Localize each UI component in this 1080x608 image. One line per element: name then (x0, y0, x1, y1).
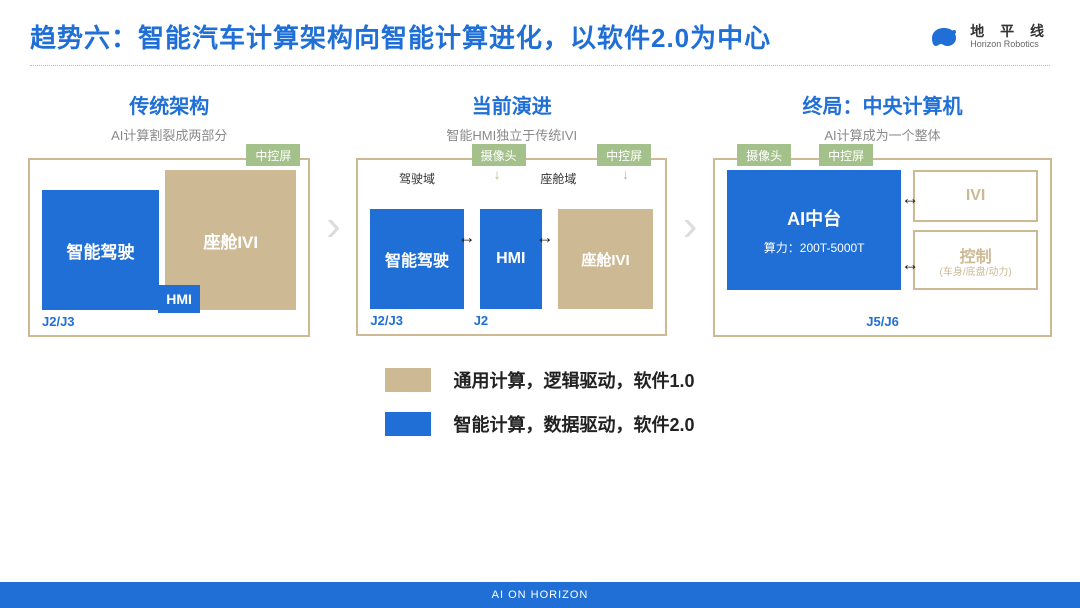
chevron-right-icon: › (322, 146, 344, 306)
col3-ai-subtitle: 算力：200T-5000T (764, 239, 865, 256)
brand-cn: 地 平 线 (970, 24, 1050, 38)
bi-arrow-icon: ↔ (536, 227, 554, 248)
col3-panel: 摄像头 中控屏 ↓ ↑ AI中台 算力：200T-5000T ↔ ↔ IVI 控… (713, 158, 1052, 337)
col2-title: 当前演进 (472, 90, 552, 119)
col2-drive-block: 智能驾驶 (370, 209, 463, 309)
col3-ctrl-block: 控制 (车身/底盘/动力) (913, 230, 1038, 290)
slide: { "title": "趋势六：智能汽车计算架构向智能计算进化，以软件2.0为中… (0, 0, 1080, 608)
column-final: 终局：中央计算机 AI计算成为一个整体 摄像头 中控屏 ↓ ↑ AI中台 算力：… (713, 90, 1052, 337)
col3-ctrl-l2: (车身/底盘/动力) (939, 267, 1011, 278)
col3-title: 终局：中央计算机 (803, 90, 963, 119)
col2-panel: 驾驶域 座舱域 摄像头 中控屏 ↓ ↓ 智能驾驶 ↔ HMI ↔ 座舱IVI J… (356, 158, 667, 336)
swatch-blue (385, 412, 431, 436)
col3-ai-title: AI中台 (787, 205, 841, 231)
col3-scr-label: 中控屏 (819, 144, 873, 166)
legend-row-tan: 通用计算，逻辑驱动，软件1.0 (385, 367, 694, 393)
col1-hmi-block: HMI (158, 285, 200, 313)
col3-ai-block: AI中台 算力：200T-5000T (727, 170, 901, 290)
col1-chip-label: J2/J3 (42, 314, 296, 329)
legend-tan-label: 通用计算，逻辑驱动，软件1.0 (453, 367, 694, 393)
legend: 通用计算，逻辑驱动，软件1.0 智能计算，数据驱动，软件2.0 (0, 367, 1080, 437)
col1-sub: AI计算割裂成两部分 (111, 125, 227, 144)
col2-domain-drive: 驾驶域 (370, 170, 463, 187)
brand-text: 地 平 线 Horizon Robotics (970, 24, 1050, 49)
bi-arrow-icon: ↔ (901, 188, 919, 209)
chevron-right-icon: › (679, 146, 701, 306)
col3-chip-label: J5/J6 (727, 314, 1038, 329)
column-current: 当前演进 智能HMI独立于传统IVI 驾驶域 座舱域 摄像头 中控屏 ↓ ↓ 智… (356, 90, 667, 336)
col1-ctrl-label: 中控屏 (246, 144, 300, 166)
title-row: 趋势六：智能汽车计算架构向智能计算进化，以软件2.0为中心 地 平 线 Hori… (0, 0, 1080, 61)
brand: 地 平 线 Horizon Robotics (926, 24, 1050, 50)
col2-ctrl-label: 中控屏 (597, 144, 651, 166)
columns: 传统架构 AI计算割裂成两部分 中控屏 ↓ 智能驾驶 座舱IVI HMI J2/… (0, 66, 1080, 337)
col3-ivi-block: IVI (913, 170, 1038, 222)
col1-drive-block: 智能驾驶 (42, 190, 159, 310)
col3-ctrl-l1: 控制 (960, 243, 992, 267)
column-traditional: 传统架构 AI计算割裂成两部分 中控屏 ↓ 智能驾驶 座舱IVI HMI J2/… (28, 90, 310, 337)
col2-chip1: J2/J3 (370, 313, 463, 328)
col3-sub: AI计算成为一个整体 (824, 125, 940, 144)
col1-title: 传统架构 (129, 90, 209, 119)
arrow-down-icon: ↓ (494, 166, 501, 182)
col2-chip-labels: J2/J3 J2 (370, 313, 653, 328)
legend-row-blue: 智能计算，数据驱动，软件2.0 (385, 411, 694, 437)
brand-en: Horizon Robotics (970, 40, 1050, 49)
col2-ivi-block: 座舱IVI (558, 209, 653, 309)
col2-cam-label: 摄像头 (472, 144, 526, 166)
col2-domain-labels: 驾驶域 座舱域 (370, 170, 653, 187)
footer-text: AI ON HORIZON (492, 589, 589, 601)
col2-hmi-block: HMI (480, 209, 542, 309)
legend-blue-label: 智能计算，数据驱动，软件2.0 (453, 411, 694, 437)
col3-cam-label: 摄像头 (737, 144, 791, 166)
brain-icon (926, 24, 962, 50)
bi-arrow-icon: ↔ (901, 254, 919, 275)
swatch-tan (385, 368, 431, 392)
col1-panel: 中控屏 ↓ 智能驾驶 座舱IVI HMI J2/J3 (28, 158, 310, 337)
arrow-down-icon: ↓ (622, 166, 629, 182)
footer-bar: AI ON HORIZON (0, 582, 1080, 608)
bi-arrow-icon: ↔ (458, 227, 476, 248)
col2-chip2: J2 (474, 313, 488, 328)
col2-sub: 智能HMI独立于传统IVI (446, 125, 577, 144)
slide-title: 趋势六：智能汽车计算架构向智能计算进化，以软件2.0为中心 (30, 18, 771, 55)
